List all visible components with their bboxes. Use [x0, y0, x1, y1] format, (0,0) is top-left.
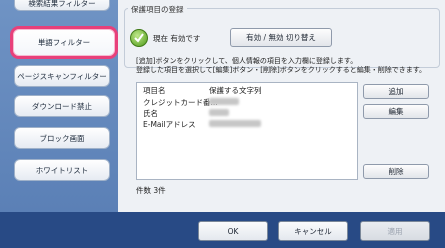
check-icon — [130, 29, 148, 47]
cancel-button[interactable]: キャンセル — [278, 221, 348, 241]
sidebar-item-whitelist[interactable]: ホワイトリスト — [14, 159, 110, 181]
status-text: 現在 有効です — [153, 34, 201, 43]
sidebar-item-page-scan-filter[interactable]: ページスキャンフィルター — [14, 65, 110, 87]
masked-value — [209, 109, 229, 116]
list-item[interactable]: E-Mailアドレス — [143, 119, 196, 130]
protected-items-list[interactable]: 項目名 保護する文字列 クレジットカード番... 氏名 E-Mailアドレス — [136, 82, 358, 180]
column-header-value[interactable]: 保護する文字列 — [209, 85, 262, 96]
description: [追加]ボタンをクリックして、個人情報の項目を入力欄に登録します。 登録した項目… — [136, 57, 427, 74]
sidebar-item-word-filter[interactable]: 単語フィルター — [10, 26, 118, 59]
delete-button[interactable]: 削除 — [363, 164, 429, 179]
sidebar-item-search-filter[interactable]: 検索結果フィルター — [14, 0, 110, 11]
group-title: 保護項目の登録 — [128, 4, 187, 15]
edit-button[interactable]: 編集 — [363, 104, 429, 119]
list-item[interactable]: 氏名 — [143, 108, 158, 119]
masked-value — [209, 120, 261, 127]
sidebar-item-download-block[interactable]: ダウンロード禁止 — [14, 95, 110, 117]
masked-value — [209, 98, 239, 105]
ok-button[interactable]: OK — [198, 221, 268, 241]
sidebar: 検索結果フィルター 単語フィルター ページスキャンフィルター ダウンロード禁止 … — [0, 0, 120, 212]
apply-button[interactable]: 適用 — [360, 221, 430, 241]
column-header-name[interactable]: 項目名 — [143, 85, 166, 96]
main-panel: 保護項目の登録 現在 有効です 有効 / 無効 切り替え [追加]ボタンをクリッ… — [118, 0, 445, 212]
footer-bar: OK キャンセル 適用 — [0, 212, 445, 248]
sidebar-item-block-screen[interactable]: ブロック画面 — [14, 127, 110, 149]
list-item[interactable]: クレジットカード番... — [143, 97, 218, 108]
item-count: 件数 3件 — [136, 186, 166, 195]
add-button[interactable]: 追加 — [363, 84, 429, 99]
toggle-enable-button[interactable]: 有効 / 無効 切り替え — [230, 28, 332, 47]
